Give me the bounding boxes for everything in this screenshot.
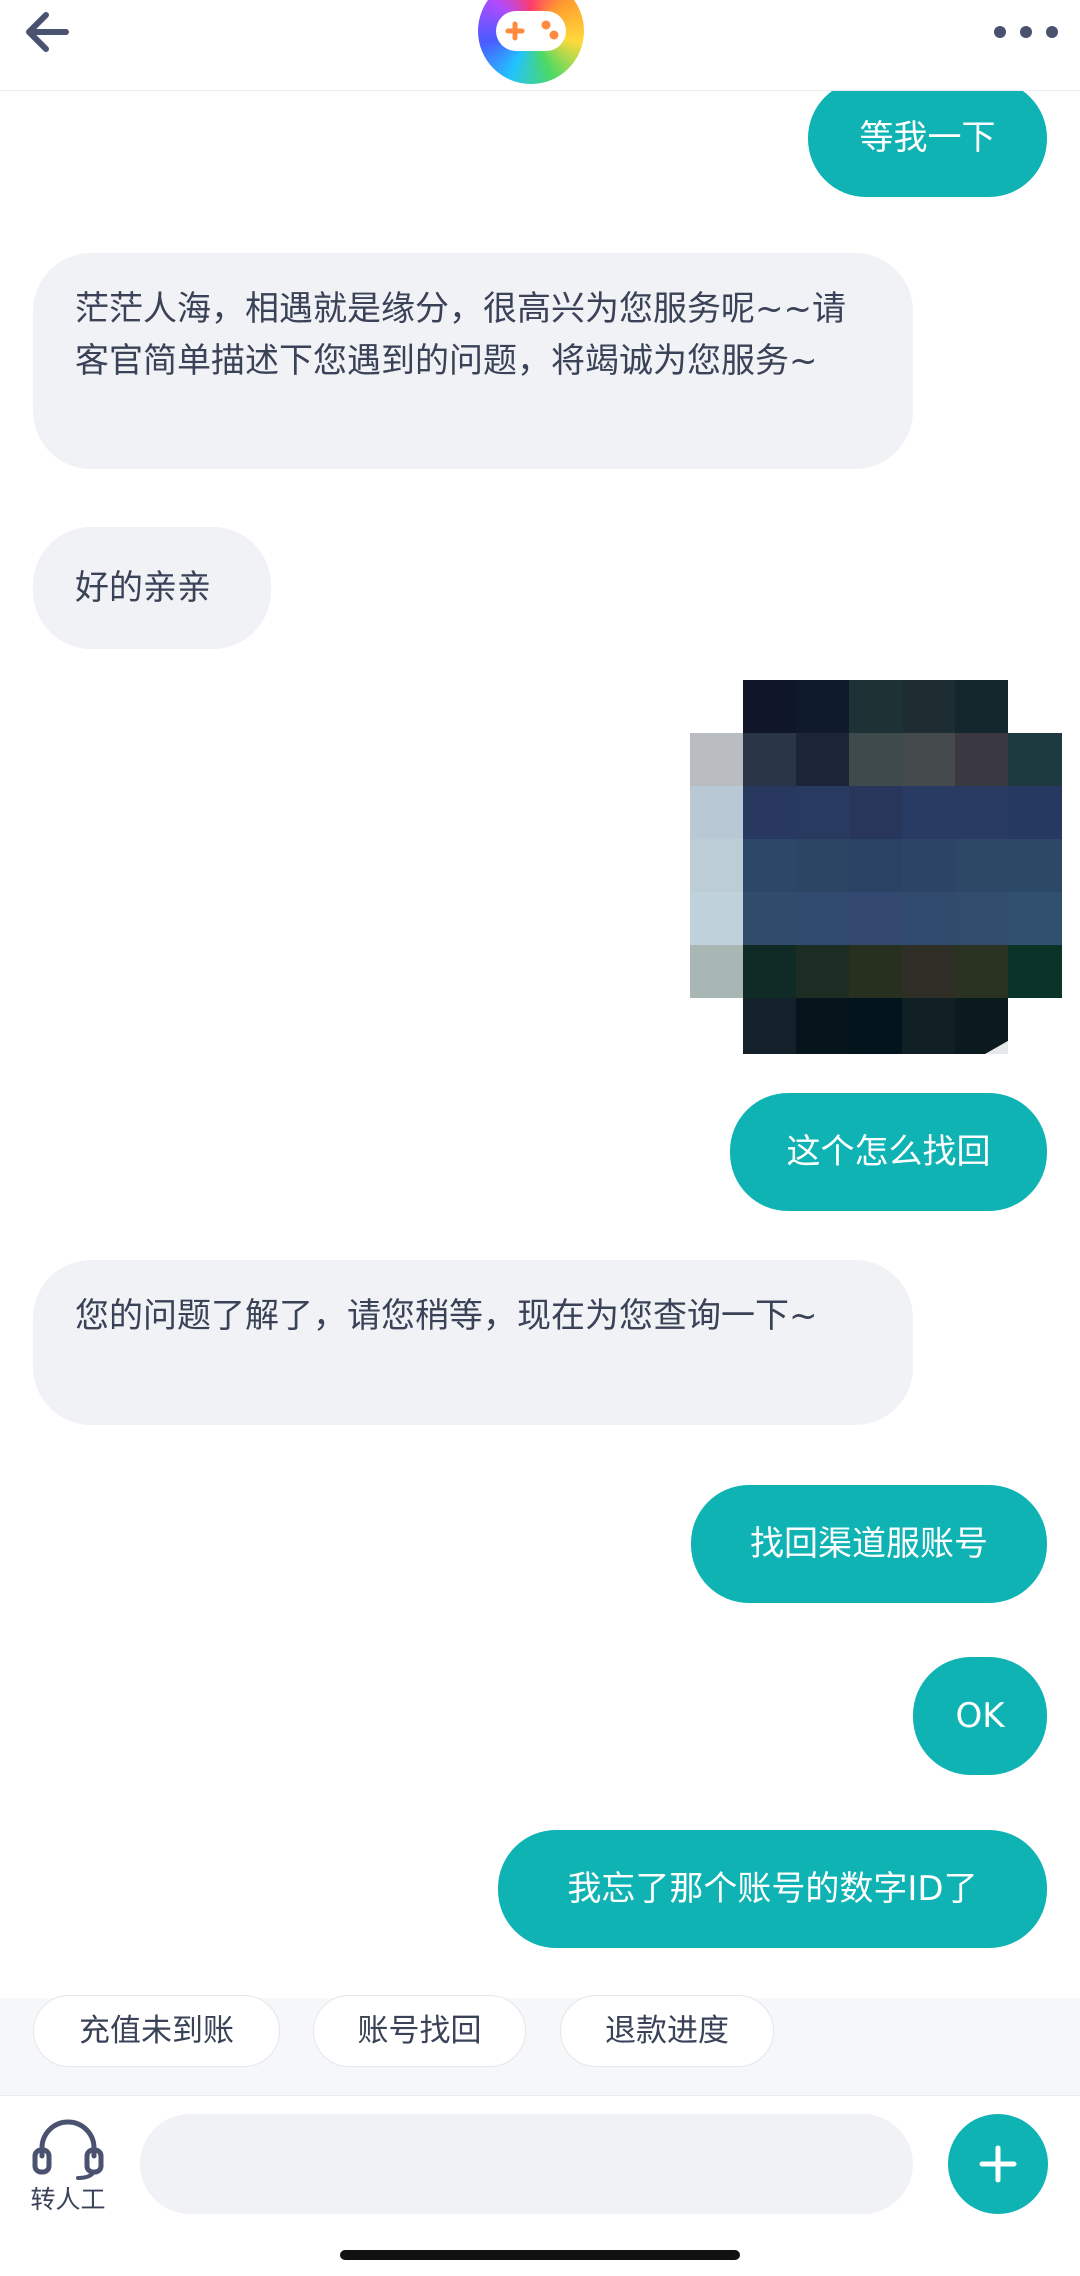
message-bubble-incoming: 茫茫人海，相遇就是缘分，很高兴为您服务呢~~请客官简单描述下您遇到的问题，将竭诚… bbox=[33, 253, 913, 469]
chat-area: 等我一下 茫茫人海，相遇就是缘分，很高兴为您服务呢~~请客官简单描述下您遇到的问… bbox=[0, 80, 1080, 1998]
plus-icon[interactable] bbox=[948, 2114, 1048, 2214]
message-bubble-outgoing: OK bbox=[913, 1657, 1047, 1775]
message-image[interactable] bbox=[690, 680, 1062, 1054]
message-bubble-outgoing: 等我一下 bbox=[808, 80, 1047, 197]
message-bubble-outgoing: 这个怎么找回 bbox=[730, 1093, 1047, 1211]
headset-icon bbox=[32, 2119, 104, 2180]
transfer-to-agent-label: 转人工 bbox=[30, 2185, 106, 2214]
message-bubble-outgoing: 找回渠道服账号 bbox=[691, 1485, 1047, 1603]
message-input[interactable] bbox=[140, 2114, 913, 2214]
arrow-left-icon[interactable] bbox=[18, 2, 78, 62]
gamepad-icon bbox=[478, 0, 584, 84]
transfer-to-agent-button[interactable]: 转人工 bbox=[18, 2116, 118, 2216]
more-dots-icon[interactable] bbox=[986, 10, 1066, 50]
message-bubble-incoming: 好的亲亲 bbox=[33, 527, 271, 649]
quick-reply-recharge[interactable]: 充值未到账 bbox=[33, 1995, 280, 2067]
quick-reply-refund-progress[interactable]: 退款进度 bbox=[560, 1995, 774, 2067]
message-bubble-outgoing: 我忘了那个账号的数字ID了 bbox=[498, 1830, 1047, 1948]
top-bar bbox=[0, 0, 1080, 91]
input-bar: 转人工 bbox=[0, 2095, 1080, 2276]
message-bubble-incoming: 您的问题了解了，请您稍等，现在为您查询一下~ bbox=[33, 1260, 913, 1425]
quick-reply-account-recovery[interactable]: 账号找回 bbox=[313, 1995, 526, 2067]
home-indicator bbox=[340, 2250, 740, 2260]
